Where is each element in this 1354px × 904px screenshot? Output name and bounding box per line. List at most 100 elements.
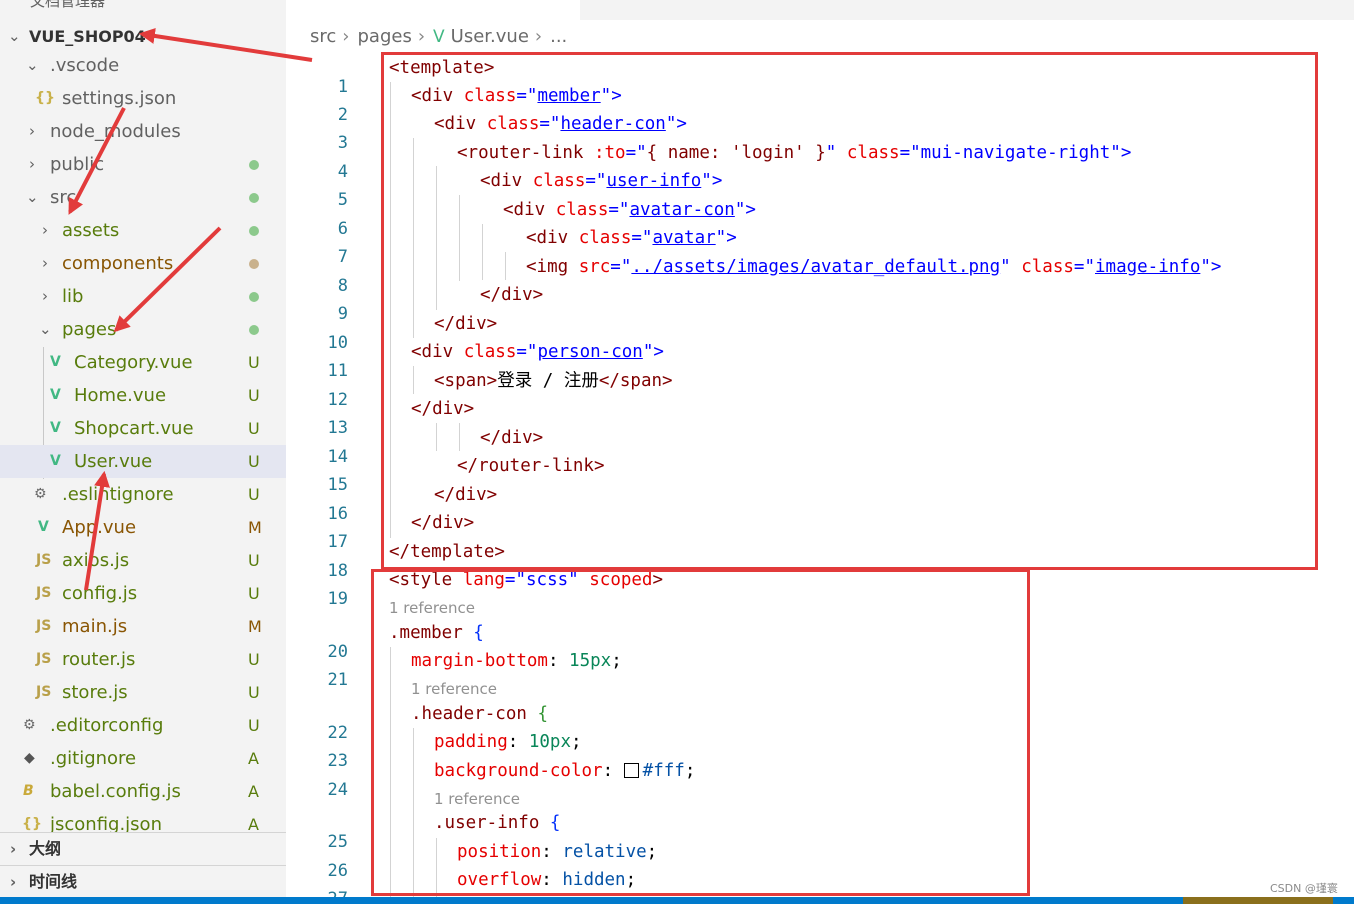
chevron-down-icon: ⌄ xyxy=(26,56,39,74)
gear-icon: ⚙ xyxy=(23,717,36,733)
tree-item-pages[interactable]: ⌄ pages xyxy=(0,313,286,346)
git-status-dot xyxy=(249,160,259,170)
tree-item-main-js[interactable]: JS main.js M xyxy=(0,610,286,643)
tree-item-jsconfig[interactable]: {} jsconfig.json A xyxy=(0,808,286,832)
git-status-dot xyxy=(249,193,259,203)
chevron-right-icon: › xyxy=(42,221,48,239)
git-status-badge: A xyxy=(248,749,259,768)
breadcrumb: src › pages › V User.vue ›... xyxy=(310,24,573,50)
tree-item-babel-config[interactable]: B babel.config.js A xyxy=(0,775,286,808)
json-file-icon: {} xyxy=(22,816,42,832)
tree-item-src[interactable]: ⌄ src xyxy=(0,181,286,214)
tree-item-vscode[interactable]: ⌄ .vscode xyxy=(0,49,286,82)
git-status-badge: M xyxy=(248,518,262,537)
status-bar-section xyxy=(1183,897,1333,904)
git-status-dot xyxy=(249,259,259,269)
chevron-right-icon: › xyxy=(417,26,426,47)
tree-item-label: jsconfig.json xyxy=(50,814,162,832)
git-status-badge: U xyxy=(248,683,260,702)
tree-item-home-vue[interactable]: V Home.vue U xyxy=(0,379,286,412)
vue-file-icon: V xyxy=(50,387,61,403)
tree-item-label: App.vue xyxy=(62,517,137,538)
tree-item-eslintignore[interactable]: ⚙ .eslintignore U xyxy=(0,478,286,511)
tab-active[interactable] xyxy=(286,0,580,20)
js-file-icon: JS xyxy=(36,684,52,700)
vue-file-icon: V xyxy=(433,27,445,47)
line-number: 19 xyxy=(327,589,348,609)
git-icon: ◆ xyxy=(24,750,35,766)
tree-item-settings-json[interactable]: {} settings.json xyxy=(0,82,286,115)
tree-item-axios-js[interactable]: JS axios.js U xyxy=(0,544,286,577)
tree-item-label: components xyxy=(62,253,174,274)
tree-item-router-js[interactable]: JS router.js U xyxy=(0,643,286,676)
git-status-badge: U xyxy=(248,353,260,372)
tree-item-user-vue[interactable]: V User.vue U xyxy=(0,445,286,478)
vue-file-icon: V xyxy=(38,519,49,535)
tree-item-label: User.vue xyxy=(74,451,153,472)
vue-file-icon: V xyxy=(50,354,61,370)
tree-item-label: .gitignore xyxy=(50,748,137,769)
git-status-badge: U xyxy=(248,452,260,471)
watermark: CSDN @瑾寰 xyxy=(1270,882,1338,895)
chevron-down-icon: ⌄ xyxy=(26,188,39,206)
babel-icon: B xyxy=(23,783,34,799)
git-status-badge: A xyxy=(248,815,259,832)
js-file-icon: JS xyxy=(36,651,52,667)
chevron-right-icon: › xyxy=(534,26,543,47)
git-status-badge: U xyxy=(248,584,260,603)
tree-item-config-js[interactable]: JS config.js U xyxy=(0,577,286,610)
tree-item-label: Home.vue xyxy=(74,385,167,406)
git-status-dot xyxy=(249,226,259,236)
tree-item-label: lib xyxy=(62,286,84,307)
tree-item-label: assets xyxy=(62,220,120,241)
eslint-file-icon: ⚙ xyxy=(34,486,47,502)
line-number: 24 xyxy=(327,780,348,800)
git-status-badge: U xyxy=(248,551,260,570)
annotation-box-style xyxy=(371,569,1030,896)
git-status-badge: U xyxy=(248,419,260,438)
json-file-icon: {} xyxy=(35,90,55,106)
tree-item-label: router.js xyxy=(62,649,136,670)
tree-item-label: pages xyxy=(62,319,117,340)
tree-item-label: babel.config.js xyxy=(50,781,181,802)
tree-item-gitignore[interactable]: ◆ .gitignore A xyxy=(0,742,286,775)
breadcrumb-src[interactable]: src xyxy=(310,26,336,47)
tree-item-label: Category.vue xyxy=(74,352,193,373)
timeline-section[interactable]: › 时间线 xyxy=(0,865,286,898)
chevron-right-icon: › xyxy=(10,873,17,891)
git-status-badge: A xyxy=(248,782,259,801)
git-status-badge: U xyxy=(248,485,260,504)
tree-item-label: src xyxy=(50,187,77,208)
sidebar-header-text: 文档管理器 xyxy=(30,0,106,10)
tree-item-public[interactable]: › public xyxy=(0,148,286,181)
outline-section[interactable]: › 大纲 xyxy=(0,832,286,865)
tree-item-assets[interactable]: › assets xyxy=(0,214,286,247)
tree-item-store-js[interactable]: JS store.js U xyxy=(0,676,286,709)
chevron-down-icon: ⌄ xyxy=(39,320,52,338)
explorer-sidebar: 文档管理器 ⌄ VUE_SHOP04 ⌄ .vscode {} settings… xyxy=(0,0,286,904)
tree-item-lib[interactable]: › lib xyxy=(0,280,286,313)
tree-item-node-modules[interactable]: › node_modules xyxy=(0,115,286,148)
breadcrumb-file[interactable]: User.vue xyxy=(451,26,529,47)
vue-file-icon: V xyxy=(50,453,61,469)
js-file-icon: JS xyxy=(36,585,52,601)
js-file-icon: JS xyxy=(36,552,52,568)
tree-item-app-vue[interactable]: V App.vue M xyxy=(0,511,286,544)
breadcrumb-symbol[interactable]: ... xyxy=(550,26,567,47)
js-file-icon: JS xyxy=(36,618,52,634)
status-bar xyxy=(0,897,1354,904)
tree-item-label: settings.json xyxy=(62,88,177,109)
breadcrumb-pages[interactable]: pages xyxy=(357,26,411,47)
tree-item-shopcart-vue[interactable]: V Shopcart.vue U xyxy=(0,412,286,445)
tree-item-label: .eslintignore xyxy=(62,484,174,505)
annotation-box-template xyxy=(381,52,1318,570)
tree-item-label: config.js xyxy=(62,583,138,604)
git-status-dot xyxy=(249,292,259,302)
tree-item-category-vue[interactable]: V Category.vue U xyxy=(0,346,286,379)
git-status-badge: U xyxy=(248,386,260,405)
tree-item-components[interactable]: › components xyxy=(0,247,286,280)
git-status-dot xyxy=(249,325,259,335)
chevron-right-icon: › xyxy=(42,254,48,272)
tree-item-editorconfig[interactable]: ⚙ .editorconfig U xyxy=(0,709,286,742)
chevron-right-icon: › xyxy=(42,287,48,305)
